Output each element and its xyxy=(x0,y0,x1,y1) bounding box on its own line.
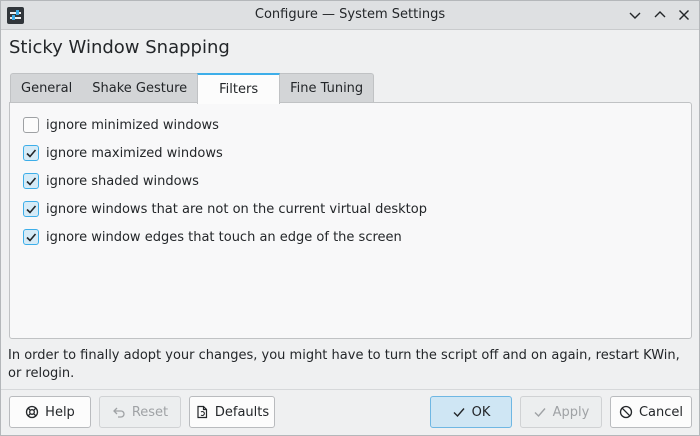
document-revert-icon xyxy=(195,405,209,419)
cancel-icon xyxy=(619,405,633,419)
ok-button[interactable]: OK xyxy=(430,396,512,428)
checkmark-icon xyxy=(452,405,466,419)
apply-button-label: Apply xyxy=(552,404,590,420)
minimize-button[interactable] xyxy=(626,6,644,24)
undo-icon xyxy=(112,405,126,419)
checkmark-icon xyxy=(26,205,37,214)
title-bar[interactable]: Configure — System Settings xyxy=(1,1,699,30)
close-icon xyxy=(679,10,689,20)
tab-general[interactable]: General xyxy=(10,73,83,103)
window-title: Configure — System Settings xyxy=(254,7,446,22)
reset-button-label: Reset xyxy=(131,404,169,420)
configure-dialog: Configure — System Settings Sticky Windo… xyxy=(0,0,700,436)
page-title: Sticky Window Snapping xyxy=(9,37,230,58)
tab-shake-gesture[interactable]: Shake Gesture xyxy=(82,73,198,103)
checkbox[interactable] xyxy=(23,145,39,161)
info-text: In order to finally adopt your changes, … xyxy=(8,348,680,381)
help-button-label: Help xyxy=(45,404,75,420)
checkmark-icon xyxy=(26,149,37,158)
help-button[interactable]: Help xyxy=(9,396,91,428)
tab-filters[interactable]: Filters xyxy=(197,73,281,104)
checkbox[interactable] xyxy=(23,201,39,217)
checkmark-icon xyxy=(533,405,547,419)
reset-button[interactable]: Reset xyxy=(99,396,181,428)
filters-panel: ignore minimized windows ignore maximize… xyxy=(9,102,692,339)
chevron-down-icon xyxy=(629,12,641,19)
maximize-button[interactable] xyxy=(651,6,669,24)
close-button[interactable] xyxy=(675,6,693,24)
tab-fine-tuning[interactable]: Fine Tuning xyxy=(280,73,375,103)
filter-option[interactable]: ignore window edges that touch an edge o… xyxy=(23,227,402,247)
cancel-button-label: Cancel xyxy=(638,404,684,420)
checkmark-icon xyxy=(26,177,37,186)
filter-option[interactable]: ignore shaded windows xyxy=(23,171,199,191)
filter-option[interactable]: ignore windows that are not on the curre… xyxy=(23,199,427,219)
filter-option-label: ignore maximized windows xyxy=(46,145,223,161)
checkbox[interactable] xyxy=(23,229,39,245)
chevron-up-icon xyxy=(654,11,666,18)
filter-option-label: ignore window edges that touch an edge o… xyxy=(46,229,402,245)
checkbox[interactable] xyxy=(23,173,39,189)
apply-button[interactable]: Apply xyxy=(520,396,602,428)
tab-bar: General Shake Gesture Filters Fine Tunin… xyxy=(10,73,375,104)
checkbox[interactable] xyxy=(23,117,39,133)
cancel-button[interactable]: Cancel xyxy=(610,396,692,428)
filter-option[interactable]: ignore maximized windows xyxy=(23,143,223,163)
checkmark-icon xyxy=(26,233,37,242)
filter-option[interactable]: ignore minimized windows xyxy=(23,115,219,135)
defaults-button[interactable]: Defaults xyxy=(189,396,275,428)
help-icon xyxy=(25,405,39,419)
defaults-button-label: Defaults xyxy=(214,404,270,420)
filter-option-label: ignore shaded windows xyxy=(46,173,199,189)
footer-divider xyxy=(1,389,699,390)
filter-option-label: ignore windows that are not on the curre… xyxy=(46,201,427,217)
ok-button-label: OK xyxy=(471,404,491,420)
filter-option-label: ignore minimized windows xyxy=(46,117,219,133)
